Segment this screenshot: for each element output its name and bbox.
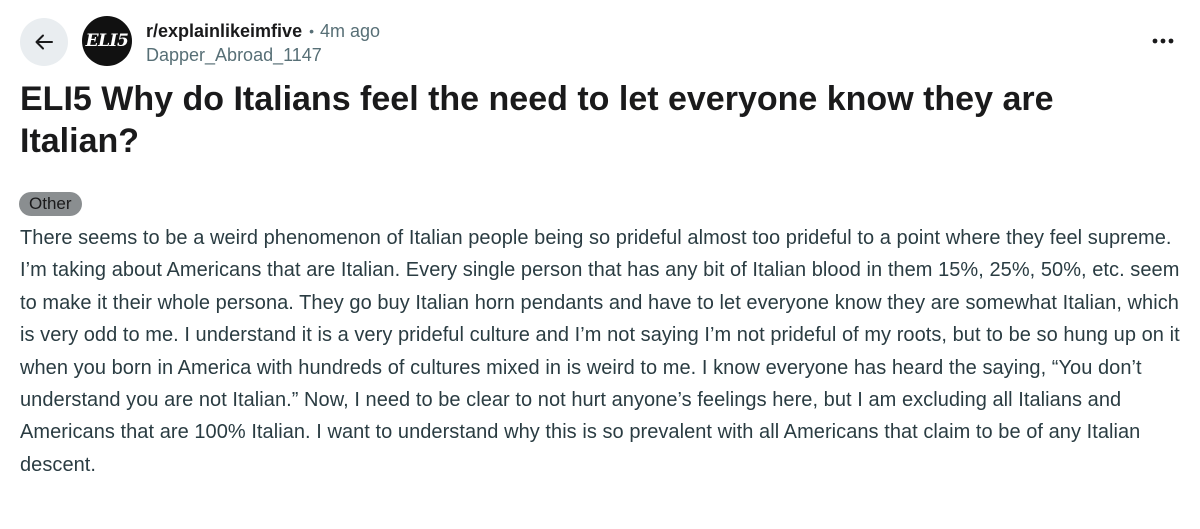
more-options-button[interactable] xyxy=(1148,30,1178,52)
meta-separator: • xyxy=(309,23,314,39)
post-flair[interactable]: Other xyxy=(19,192,82,216)
back-button[interactable] xyxy=(20,18,68,66)
arrow-left-icon xyxy=(35,34,53,50)
post-page: ELI5 r/explainlikeimfive • 4m ago Dapper… xyxy=(0,0,1200,529)
avatar-label: ELI5 xyxy=(85,31,129,51)
more-horizontal-icon xyxy=(1152,38,1174,44)
post-title[interactable]: ELI5 Why do Italians feel the need to le… xyxy=(20,78,1170,162)
post-body: There seems to be a weird phenomenon of … xyxy=(20,227,1180,476)
author-username[interactable]: Dapper_Abroad_1147 xyxy=(146,43,380,67)
subreddit-avatar[interactable]: ELI5 xyxy=(82,16,132,66)
meta-line: r/explainlikeimfive • 4m ago xyxy=(146,19,380,43)
post-meta: r/explainlikeimfive • 4m ago Dapper_Abro… xyxy=(146,19,380,67)
subreddit-link[interactable]: r/explainlikeimfive xyxy=(146,19,302,43)
post-time: 4m ago xyxy=(319,21,381,41)
